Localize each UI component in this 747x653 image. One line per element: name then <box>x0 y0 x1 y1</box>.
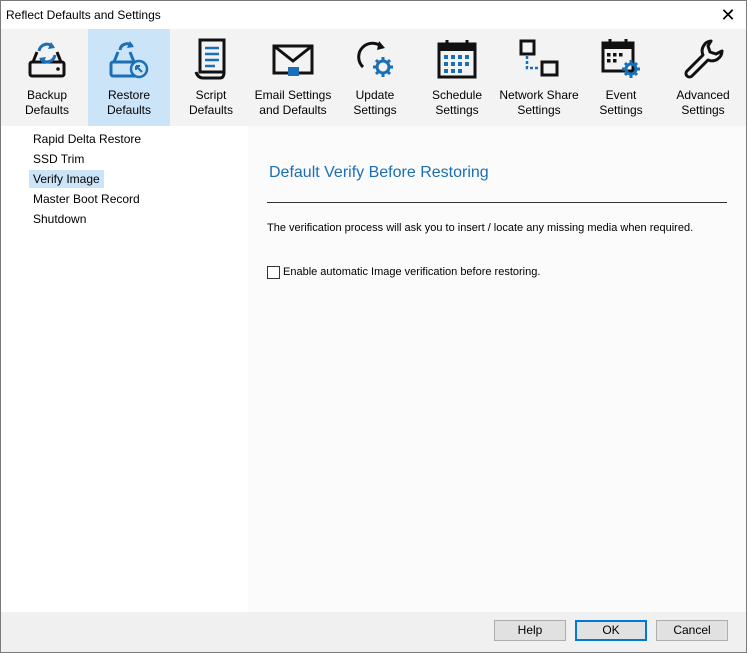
toolbar-label: Advanced Settings <box>676 88 730 117</box>
update-gear-icon <box>357 41 393 77</box>
sidebar-item-shutdown[interactable]: Shutdown <box>29 210 90 228</box>
settings-panel: Default Verify Before Restoring The veri… <box>248 126 746 612</box>
sidebar-item-master-boot-record[interactable]: Master Boot Record <box>29 190 144 208</box>
cancel-button[interactable]: Cancel <box>656 620 728 641</box>
toolbar-label: Network Share Settings <box>499 88 579 117</box>
toolbar-label: Script Defaults <box>188 88 234 117</box>
email-icon <box>272 44 314 76</box>
toolbar-network-share-settings[interactable]: Network Share Settings <box>498 29 580 126</box>
restore-drive-icon <box>109 41 149 79</box>
calendar-icon <box>437 40 477 79</box>
settings-toolbar: Backup Defaults Restore Defaults Script … <box>1 29 746 126</box>
sidebar-item-ssd-trim[interactable]: SSD Trim <box>29 150 88 168</box>
toolbar-label: Restore Defaults <box>106 88 152 117</box>
ok-button[interactable]: OK <box>575 620 647 641</box>
heading-divider <box>267 202 727 203</box>
toolbar-schedule-settings[interactable]: Schedule Settings <box>416 29 498 126</box>
description-text: The verification process will ask you to… <box>267 222 694 234</box>
dialog-footer: Help OK Cancel <box>1 612 746 652</box>
sidebar-nav: Rapid Delta Restore SSD Trim Verify Imag… <box>1 126 248 612</box>
toolbar-label: Schedule Settings <box>431 88 483 117</box>
toolbar-event-settings[interactable]: Event Settings <box>580 29 662 126</box>
help-button[interactable]: Help <box>494 620 566 641</box>
title-bar: Reflect Defaults and Settings ✕ <box>1 1 746 29</box>
page-title: Default Verify Before Restoring <box>269 164 489 181</box>
toolbar-label: Backup Defaults <box>24 88 70 117</box>
event-calendar-gear-icon <box>601 39 640 78</box>
verify-checkbox-label[interactable]: Enable automatic Image verification befo… <box>283 266 540 278</box>
close-icon[interactable]: ✕ <box>718 5 738 25</box>
backup-drive-icon <box>28 42 66 78</box>
sidebar-item-rapid-delta-restore[interactable]: Rapid Delta Restore <box>29 130 145 148</box>
toolbar-email-settings[interactable]: Email Settings and Defaults <box>252 29 334 126</box>
window-title: Reflect Defaults and Settings <box>6 8 161 22</box>
network-icon <box>519 39 559 77</box>
settings-window: Reflect Defaults and Settings ✕ Backup D… <box>0 0 747 653</box>
script-icon <box>194 38 226 80</box>
toolbar-label: Update Settings <box>353 88 397 117</box>
toolbar-advanced-settings[interactable]: Advanced Settings <box>662 29 744 126</box>
toolbar-label: Email Settings and Defaults <box>254 88 332 117</box>
toolbar-script-defaults[interactable]: Script Defaults <box>170 29 252 126</box>
sidebar-item-verify-image[interactable]: Verify Image <box>29 170 104 188</box>
toolbar-update-settings[interactable]: Update Settings <box>334 29 416 126</box>
verify-checkbox[interactable] <box>267 266 280 279</box>
toolbar-backup-defaults[interactable]: Backup Defaults <box>6 29 88 126</box>
wrench-icon <box>684 39 724 79</box>
toolbar-restore-defaults[interactable]: Restore Defaults <box>88 29 170 126</box>
toolbar-label: Event Settings <box>599 88 643 117</box>
